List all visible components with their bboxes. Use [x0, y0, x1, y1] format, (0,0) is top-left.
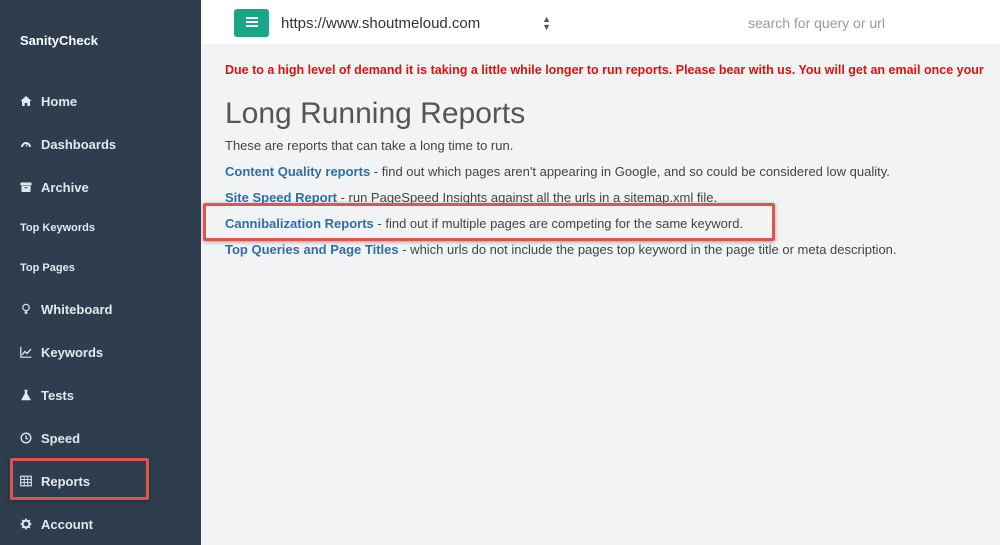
brand-logo[interactable]: SanityCheck	[20, 33, 98, 48]
clock-icon	[20, 432, 32, 444]
top-queries-link[interactable]: Top Queries and Page Titles	[225, 242, 399, 257]
sidebar-item-label: Home	[41, 93, 78, 109]
sidebar-item-home[interactable]: Home	[20, 89, 77, 113]
sidebar-item-archive[interactable]: Archive	[20, 175, 89, 199]
report-item-top-queries: Top Queries and Page Titles - which urls…	[225, 242, 897, 257]
sidebar-item-dashboards[interactable]: Dashboards	[20, 132, 116, 156]
sidebar-item-tests[interactable]: Tests	[20, 383, 74, 407]
gear-icon	[20, 518, 32, 530]
content-quality-link[interactable]: Content Quality reports	[225, 164, 370, 179]
sidebar-item-label: Dashboards	[41, 136, 117, 152]
sidebar-item-label: Account	[41, 516, 93, 532]
report-description: - find out which pages aren't appearing …	[370, 164, 890, 179]
sidebar-item-label: Keywords	[41, 344, 104, 360]
line-chart-icon	[20, 346, 32, 358]
select-arrows-icon: ▲ ▼	[542, 14, 551, 32]
sidebar-item-label: Whiteboard	[41, 301, 113, 317]
page-title: Long Running Reports	[225, 97, 526, 130]
report-description: - which urls do not include the pages to…	[398, 242, 897, 257]
site-select[interactable]: https://www.shoutmeloud.com ▲ ▼	[281, 15, 551, 35]
site-select-value: https://www.shoutmeloud.com	[281, 15, 481, 32]
lightbulb-icon	[20, 303, 32, 315]
menu-toggle-button[interactable]	[234, 9, 269, 37]
top-bar: https://www.shoutmeloud.com ▲ ▼ search fo…	[201, 0, 1000, 44]
reports-highlight-box	[10, 458, 149, 500]
flask-icon	[20, 389, 32, 401]
sidebar: SanityCheck Home Dashboards Archive Top …	[0, 0, 201, 545]
hamburger-icon	[245, 14, 258, 32]
sidebar-item-account[interactable]: Account	[20, 512, 93, 536]
sidebar-item-label: Tests	[41, 387, 74, 403]
dashboard-icon	[20, 138, 32, 150]
sidebar-item-label: Top Pages	[20, 262, 75, 274]
cannibalization-highlight-box	[203, 203, 775, 241]
home-icon	[20, 95, 32, 107]
sidebar-item-keywords[interactable]: Keywords	[20, 340, 103, 364]
sidebar-item-label: Archive	[41, 179, 89, 195]
sidebar-item-label: Top Keywords	[20, 222, 95, 234]
sidebar-item-label: Speed	[41, 430, 81, 446]
demand-alert: Due to a high level of demand it is taki…	[225, 63, 984, 77]
sidebar-item-top-pages[interactable]: Top Pages	[20, 256, 75, 280]
sidebar-item-whiteboard[interactable]: Whiteboard	[20, 297, 113, 321]
sidebar-item-top-keywords[interactable]: Top Keywords	[20, 216, 95, 240]
report-item-content-quality: Content Quality reports - find out which…	[225, 164, 890, 179]
archive-icon	[20, 181, 32, 193]
intro-text: These are reports that can take a long t…	[225, 138, 514, 153]
search-input[interactable]: search for query or url	[748, 15, 885, 31]
sidebar-item-speed[interactable]: Speed	[20, 426, 80, 450]
